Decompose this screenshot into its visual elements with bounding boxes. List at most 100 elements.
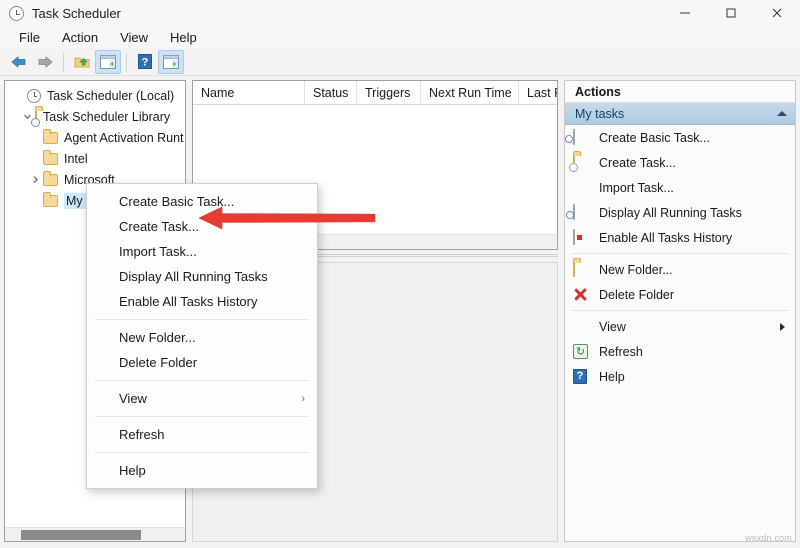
menu-action[interactable]: Action bbox=[51, 28, 109, 47]
tree-item-task-scheduler-local[interactable]: Task Scheduler (Local) bbox=[5, 85, 185, 106]
menu-view[interactable]: View bbox=[109, 28, 159, 47]
actions-separator bbox=[571, 253, 789, 254]
actions-group-header[interactable]: My tasks bbox=[565, 103, 795, 125]
close-button[interactable] bbox=[754, 0, 800, 26]
window-controls bbox=[662, 0, 800, 26]
action-label: Display All Running Tasks bbox=[599, 205, 742, 220]
context-menu-import-task[interactable]: Import Task... bbox=[87, 239, 317, 264]
context-menu-new-folder[interactable]: New Folder... bbox=[87, 325, 317, 350]
action-label: Refresh bbox=[599, 344, 643, 359]
submenu-arrow-icon bbox=[780, 322, 785, 331]
action-enable-all-tasks-history[interactable]: Enable All Tasks History bbox=[565, 225, 795, 250]
action-create-task[interactable]: Create Task... bbox=[565, 150, 795, 175]
context-menu-separator-2 bbox=[95, 380, 309, 381]
annotation-arrow-icon bbox=[196, 205, 378, 234]
display-running-tasks-icon bbox=[566, 203, 591, 221]
action-delete-folder[interactable]: Delete Folder bbox=[565, 282, 795, 307]
toolbar: ? bbox=[0, 48, 800, 76]
context-menu-refresh[interactable]: Refresh bbox=[87, 422, 317, 447]
column-header-triggers[interactable]: Triggers bbox=[357, 81, 421, 104]
library-folder-icon bbox=[31, 108, 40, 127]
help-icon[interactable]: ? bbox=[132, 50, 158, 74]
refresh-icon: ↻ bbox=[573, 343, 591, 360]
action-label: Enable All Tasks History bbox=[599, 230, 733, 245]
no-icon bbox=[573, 319, 591, 335]
tree-item-label: Task Scheduler (Local) bbox=[47, 88, 175, 103]
menu-help[interactable]: Help bbox=[159, 28, 208, 47]
column-header-name[interactable]: Name bbox=[193, 81, 305, 104]
action-label: Create Basic Task... bbox=[599, 130, 710, 145]
show-hide-action-pane-icon[interactable] bbox=[158, 49, 184, 74]
delete-folder-icon bbox=[573, 287, 591, 303]
folder-icon bbox=[43, 150, 58, 165]
menu-bar: File Action View Help bbox=[0, 26, 800, 48]
svg-text:?: ? bbox=[142, 57, 149, 69]
clock-icon bbox=[27, 88, 41, 103]
context-menu-delete-folder[interactable]: Delete Folder bbox=[87, 350, 317, 375]
tree-item-agent-activation-runtime[interactable]: Agent Activation Runt bbox=[5, 127, 185, 148]
action-label: New Folder... bbox=[599, 262, 673, 277]
tree-twisty-collapsed-icon[interactable] bbox=[27, 175, 43, 184]
context-menu-view[interactable]: View › bbox=[87, 386, 317, 411]
context-menu-separator bbox=[95, 319, 309, 320]
action-import-task[interactable]: Import Task... bbox=[565, 175, 795, 200]
context-menu-separator-3 bbox=[95, 416, 309, 417]
action-help[interactable]: ? Help bbox=[565, 364, 795, 389]
action-label: View bbox=[599, 319, 626, 334]
actions-separator-2 bbox=[571, 310, 789, 311]
context-menu-enable-all-tasks-history[interactable]: Enable All Tasks History bbox=[87, 289, 317, 314]
tree-item-task-scheduler-library[interactable]: Task Scheduler Library bbox=[5, 106, 185, 127]
title-bar-left: Task Scheduler bbox=[0, 5, 121, 21]
menu-file[interactable]: File bbox=[8, 28, 51, 47]
action-view[interactable]: View bbox=[565, 314, 795, 339]
context-menu-help[interactable]: Help bbox=[87, 458, 317, 483]
minimize-button[interactable] bbox=[662, 0, 708, 26]
tree-horizontal-scrollbar[interactable] bbox=[5, 527, 185, 541]
action-label: Import Task... bbox=[599, 180, 674, 195]
task-scheduler-window: Task Scheduler File Action View Help ? T… bbox=[0, 0, 800, 548]
toolbar-separator-2 bbox=[126, 52, 127, 71]
actions-panel: Actions My tasks Create Basic Task... Cr… bbox=[564, 80, 796, 542]
action-label: Help bbox=[599, 369, 625, 384]
window-title: Task Scheduler bbox=[32, 5, 121, 21]
action-new-folder[interactable]: New Folder... bbox=[565, 257, 795, 282]
folder-icon bbox=[43, 192, 58, 207]
tree-scrollbar-thumb[interactable] bbox=[21, 530, 141, 540]
clock-icon bbox=[9, 5, 24, 21]
column-header-next-run-time[interactable]: Next Run Time bbox=[421, 81, 519, 104]
chevron-up-icon[interactable] bbox=[777, 111, 787, 116]
column-header-status[interactable]: Status bbox=[305, 81, 357, 104]
forward-arrow-icon[interactable] bbox=[32, 50, 58, 74]
context-menu-display-all-running-tasks[interactable]: Display All Running Tasks bbox=[87, 264, 317, 289]
context-menu-separator-4 bbox=[95, 452, 309, 453]
show-hide-console-tree-icon[interactable] bbox=[95, 49, 121, 74]
context-menu-item-label: View bbox=[119, 391, 147, 406]
up-folder-icon[interactable] bbox=[69, 50, 95, 74]
task-list-header: Name Status Triggers Next Run Time Last … bbox=[193, 81, 557, 105]
column-header-last-run-time[interactable]: Last Run T bbox=[519, 81, 557, 104]
action-create-basic-task[interactable]: Create Basic Task... bbox=[565, 125, 795, 150]
tree-item-intel[interactable]: Intel bbox=[5, 148, 185, 169]
action-refresh[interactable]: ↻ Refresh bbox=[565, 339, 795, 364]
new-folder-icon bbox=[573, 260, 591, 278]
folder-icon bbox=[43, 129, 58, 144]
tree-item-label: Agent Activation Runt bbox=[64, 130, 184, 145]
toolbar-separator bbox=[63, 52, 64, 71]
action-display-all-running-tasks[interactable]: Display All Running Tasks bbox=[565, 200, 795, 225]
create-task-icon bbox=[569, 153, 591, 172]
tree-item-label: Task Scheduler Library bbox=[43, 109, 171, 124]
back-arrow-icon[interactable] bbox=[6, 50, 32, 74]
create-basic-task-icon bbox=[565, 128, 591, 146]
title-bar: Task Scheduler bbox=[0, 0, 800, 26]
actions-group-label: My tasks bbox=[575, 106, 625, 121]
action-label: Delete Folder bbox=[599, 287, 675, 302]
no-icon bbox=[573, 180, 591, 196]
action-label: Create Task... bbox=[599, 155, 676, 170]
help-icon: ? bbox=[573, 368, 591, 385]
chevron-right-icon: › bbox=[301, 392, 305, 405]
enable-history-icon bbox=[573, 228, 591, 246]
maximize-button[interactable] bbox=[708, 0, 754, 26]
folder-icon bbox=[43, 171, 58, 186]
tree-item-label: Intel bbox=[64, 151, 88, 166]
watermark: wsxdn.com bbox=[745, 533, 792, 543]
